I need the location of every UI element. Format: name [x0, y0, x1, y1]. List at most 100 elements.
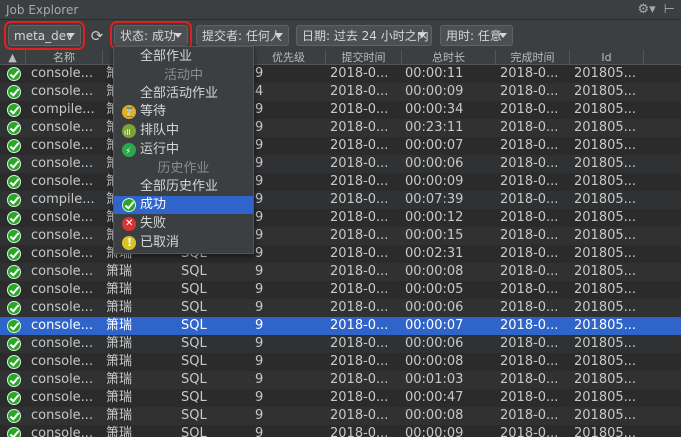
- cell-finish-time: 2018-0...: [500, 138, 559, 153]
- table-row[interactable]: console...箫瑞SQL42018-0...00:00:092018-0.…: [0, 83, 681, 101]
- menu-item[interactable]: 等待: [114, 103, 253, 122]
- cell-name: console...: [31, 156, 94, 171]
- table-row[interactable]: console... 箫瑞 SQL 9 2018-0... 00:00:08 2018-0.…: [0, 353, 681, 371]
- cell-id: 201805...: [574, 174, 637, 189]
- cell-submit-time: 2018-0...: [330, 210, 389, 225]
- cell-type: SQL: [181, 408, 207, 423]
- date-filter-dropdown[interactable]: 日期: 过去 24 小时之内: [296, 25, 432, 46]
- status-success-icon: [7, 337, 21, 351]
- submitter-filter-dropdown[interactable]: 提交者: 任何人: [196, 25, 289, 46]
- cell-duration: 00:00:07: [405, 318, 464, 333]
- table-row[interactable]: console... 箫瑞 SQL 9 2018-0... 00:00:05 2018-0.…: [0, 281, 681, 299]
- cell-id: 201805...: [574, 390, 637, 405]
- submitter-filter-label: 提交者: 任何人: [202, 29, 282, 43]
- cell-id: 201805...: [574, 210, 637, 225]
- column-header-duration[interactable]: 总时长: [402, 50, 496, 65]
- column-header-priority[interactable]: 优先级: [252, 50, 326, 65]
- menu-item[interactable]: 排队中: [114, 122, 253, 142]
- menu-section-header: 活动中: [114, 67, 253, 85]
- account-dropdown[interactable]: meta_dev: [4, 21, 85, 50]
- table-row[interactable]: console...箫瑞SQL92018-0...00:00:092018-0.…: [0, 425, 681, 437]
- gear-icon[interactable]: ⚙▾: [637, 2, 655, 17]
- cell-finish-time: 2018-0...: [500, 426, 559, 437]
- menu-item[interactable]: 全部作业: [114, 48, 253, 66]
- cell-finish-time: 2018-0...: [500, 174, 559, 189]
- cell-finish-time: 2018-0...: [500, 336, 559, 351]
- status-filter-dropdown[interactable]: 状态: 成功: [110, 21, 192, 50]
- table-row[interactable]: console...箫瑞SQL92018-0...00:00:062018-0.…: [0, 335, 681, 353]
- cell-name: compile...: [31, 192, 95, 207]
- column-header-name[interactable]: 名称: [26, 50, 103, 65]
- table-row[interactable]: console...箫瑞SQL92018-0...00:23:112018-0.…: [0, 119, 681, 137]
- cell-type: SQL: [181, 300, 207, 315]
- cell-finish-time: 2018-0...: [500, 372, 559, 387]
- cell-user: 箫瑞: [106, 426, 133, 437]
- duration-filter-dropdown[interactable]: 用时: 任意: [440, 25, 513, 46]
- menu-section-header: 历史作业: [114, 160, 253, 178]
- menu-item-label: 历史作业: [157, 161, 210, 176]
- table-row[interactable]: console... 箫瑞 SQL 9 2018-0... 00:00:08 2018-0.…: [0, 263, 681, 281]
- cell-priority: 9: [255, 228, 264, 243]
- sort-icon[interactable]: ▲: [0, 50, 26, 65]
- cell-user: 箫瑞: [106, 372, 133, 387]
- cell-finish-time: 2018-0...: [500, 390, 559, 405]
- table-row[interactable]: console...箫瑞SQL92018-0...00:02:312018-0.…: [0, 245, 681, 263]
- cell-id: 201805...: [574, 336, 637, 351]
- cell-name: console...: [31, 228, 94, 243]
- cell-priority: 9: [255, 264, 264, 279]
- cell-id: 201805...: [574, 102, 637, 117]
- cell-type: SQL: [181, 318, 207, 333]
- cell-duration: 00:00:06: [405, 156, 464, 171]
- menu-item[interactable]: 成功: [114, 196, 253, 214]
- table-row[interactable]: console...箫瑞SQL92018-0...00:00:092018-0.…: [0, 173, 681, 191]
- table-row[interactable]: compile...箫瑞SQL92018-0...00:07:392018-0.…: [0, 191, 681, 209]
- menu-item[interactable]: 已取消: [114, 234, 253, 252]
- chevron-down-icon: [67, 33, 75, 38]
- table-row[interactable]: console...箫瑞SQL92018-0...00:00:072018-0.…: [0, 137, 681, 155]
- cell-submit-time: 2018-0...: [330, 390, 389, 405]
- cell-id: 201805...: [574, 228, 637, 243]
- refresh-icon[interactable]: ⟳: [88, 27, 106, 45]
- menu-item-label: 全部活动作业: [140, 86, 219, 101]
- table-row[interactable]: compile...箫瑞SQL92018-0...00:00:342018-0.…: [0, 101, 681, 119]
- cell-type: SQL: [181, 354, 207, 369]
- status-success-icon: [7, 139, 21, 153]
- table-row[interactable]: console...箫瑞SQL92018-0...00:00:062018-0.…: [0, 299, 681, 317]
- table-row[interactable]: console... 箫瑞 SQL 9 2018-0... 00:00:08 2018-0.…: [0, 407, 681, 425]
- table-row[interactable]: console... 箫瑞 SQL 9 2018-0... 00:00:47 2018-0.…: [0, 389, 681, 407]
- cell-duration: 00:00:08: [405, 354, 464, 369]
- menu-item-label: 失败: [140, 216, 167, 231]
- cell-name: compile...: [31, 102, 95, 117]
- menu-item-label: 活动中: [163, 68, 203, 83]
- status-filter-label: 状态: 成功: [120, 29, 176, 43]
- menu-item[interactable]: 全部历史作业: [114, 178, 253, 196]
- column-header-id[interactable]: Id: [570, 50, 644, 65]
- menu-item[interactable]: 运行中: [114, 141, 253, 161]
- cell-priority: 9: [255, 354, 264, 369]
- cell-priority: 9: [255, 138, 264, 153]
- cell-duration: 00:00:12: [405, 210, 464, 225]
- pin-icon[interactable]: ⊢: [664, 2, 675, 17]
- cell-type: SQL: [181, 282, 207, 297]
- cell-priority: 9: [255, 372, 264, 387]
- menu-item-label: 排队中: [140, 123, 180, 138]
- table-row[interactable]: console...箫瑞SQL92018-0...00:00:062018-0.…: [0, 155, 681, 173]
- menu-item[interactable]: 失败: [114, 215, 253, 233]
- cell-id: 201805...: [574, 318, 637, 333]
- window-title: Job Explorer: [6, 2, 79, 17]
- chevron-down-icon: [499, 33, 507, 38]
- title-tools: ⚙▾ ⊢: [637, 2, 675, 17]
- success-icon: [122, 198, 136, 212]
- table-row[interactable]: console...箫瑞SQL92018-0...00:00:072018-0.…: [0, 317, 681, 335]
- cell-finish-time: 2018-0...: [500, 228, 559, 243]
- table-row[interactable]: console...箫瑞SQL92018-0...00:00:112018-0.…: [0, 65, 681, 83]
- menu-item[interactable]: 全部活动作业: [114, 85, 253, 103]
- table-row[interactable]: console...箫瑞SQL92018-0...00:00:122018-0.…: [0, 209, 681, 227]
- status-success-icon: [7, 355, 21, 369]
- table-row[interactable]: console... 箫瑞 SQL 9 2018-0... 00:01:03 2018-0.…: [0, 371, 681, 389]
- column-header-finish-time[interactable]: 完成时间: [496, 50, 570, 65]
- table-row[interactable]: console...箫瑞SQL92018-0...00:00:152018-0.…: [0, 227, 681, 245]
- cell-id: 201805...: [574, 246, 637, 261]
- column-header-submit-time[interactable]: 提交时间: [326, 50, 402, 65]
- cell-id: 201805...: [574, 84, 637, 99]
